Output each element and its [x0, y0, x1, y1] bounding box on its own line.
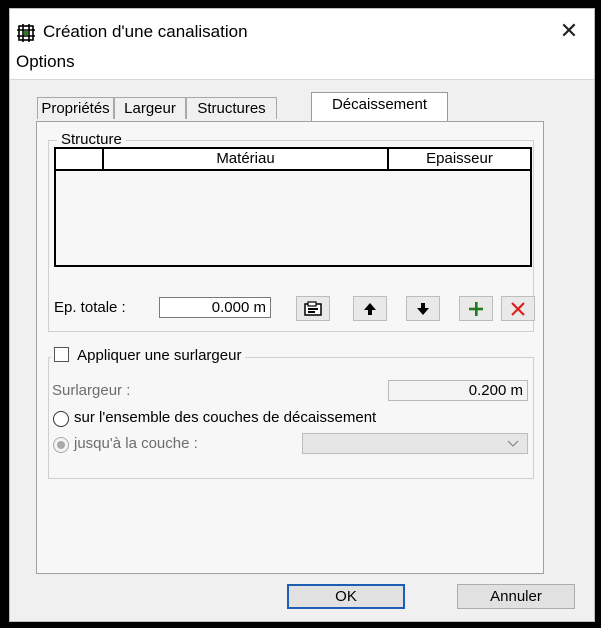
add-layer-button[interactable] — [459, 296, 493, 321]
close-icon: ✕ — [559, 18, 579, 43]
properties-icon — [304, 301, 322, 316]
structure-table[interactable]: Matériau Epaisseur — [54, 147, 532, 267]
dialog-window: Création d'une canalisation ✕ Options Pr… — [9, 8, 595, 622]
dialog-client: Propriétés Largeur Structures Décaisseme… — [10, 79, 594, 621]
surlargeur-label: Surlargeur : — [52, 382, 131, 399]
arrow-down-icon — [417, 303, 429, 316]
move-down-button[interactable] — [406, 296, 440, 321]
close-button[interactable]: ✕ — [552, 18, 586, 44]
arrow-up-icon — [364, 303, 376, 316]
structure-group-label: Structure — [57, 131, 126, 148]
column-header-index[interactable] — [56, 149, 104, 169]
pipe-network-app-icon — [17, 24, 35, 42]
window-title: Création d'une canalisation — [43, 22, 248, 41]
apply-surlargeur-checkbox[interactable] — [54, 347, 69, 362]
plus-icon — [469, 302, 483, 317]
column-header-epaisseur[interactable]: Epaisseur — [389, 149, 530, 169]
chevron-down-icon — [507, 440, 519, 447]
tab-structures[interactable]: Structures — [186, 97, 277, 119]
total-thickness-label: Ep. totale : — [54, 299, 126, 316]
tab-proprietes[interactable]: Propriétés — [37, 97, 114, 119]
table-header: Matériau Epaisseur — [56, 149, 530, 171]
layer-select[interactable] — [302, 433, 528, 454]
apply-surlargeur-label: Appliquer une surlargeur — [77, 347, 242, 364]
surlargeur-header: Appliquer une surlargeur — [51, 347, 246, 364]
radio-until-layer[interactable] — [53, 437, 69, 453]
tab-panel-decaissement: Structure Matériau Epaisseur Ep. totale … — [36, 121, 544, 574]
menu-options[interactable]: Options — [16, 52, 75, 72]
cancel-button[interactable]: Annuler — [457, 584, 575, 609]
tab-largeur[interactable]: Largeur — [114, 97, 186, 119]
delete-x-icon — [511, 302, 525, 316]
surlargeur-group: Appliquer une surlargeur Surlargeur : 0.… — [48, 347, 534, 479]
menu-bar: Options — [10, 51, 594, 75]
radio-until-layer-label: jusqu'à la couche : — [74, 435, 198, 452]
total-thickness-field[interactable]: 0.000 m — [159, 297, 271, 318]
column-header-materiau[interactable]: Matériau — [104, 149, 389, 169]
structure-group: Structure Matériau Epaisseur Ep. totale … — [48, 131, 535, 332]
ok-button[interactable]: OK — [287, 584, 405, 609]
move-up-button[interactable] — [353, 296, 387, 321]
title-bar: Création d'une canalisation ✕ — [10, 9, 594, 51]
surlargeur-field[interactable]: 0.200 m — [388, 380, 528, 401]
properties-button[interactable] — [296, 296, 330, 321]
radio-all-layers-label: sur l'ensemble des couches de décaisseme… — [74, 409, 377, 426]
delete-layer-button[interactable] — [501, 296, 535, 321]
tab-decaissement[interactable]: Décaissement — [311, 92, 448, 121]
radio-all-layers[interactable] — [53, 411, 69, 427]
